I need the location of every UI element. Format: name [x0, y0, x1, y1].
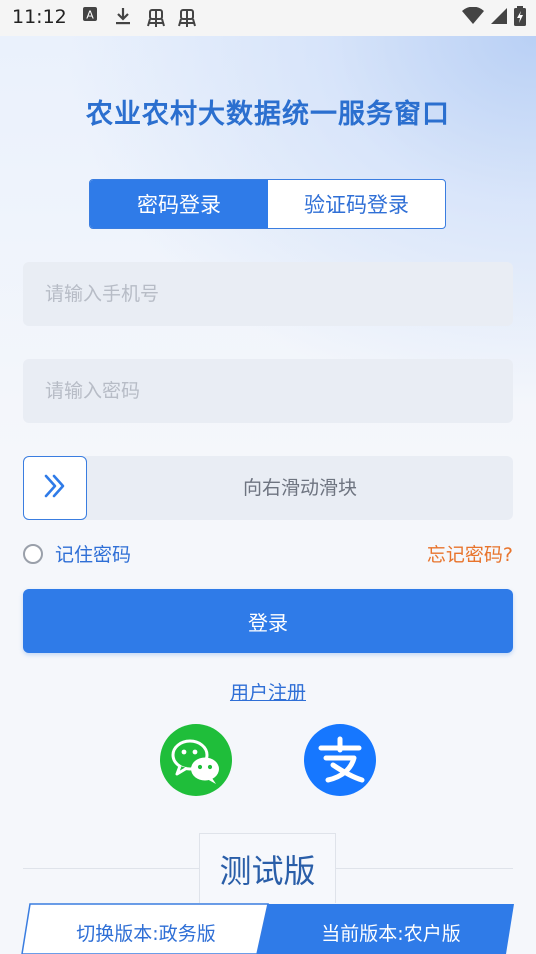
svg-text:A: A [86, 9, 94, 22]
login-mode-tabs: 密码登录 验证码登录 [89, 179, 446, 229]
wifi-icon [462, 6, 484, 29]
switch-version-label: 切换版本:政务版 [76, 923, 215, 945]
current-version-label: 当前版本:农户版 [321, 923, 460, 945]
status-bar: 11:12 A [0, 0, 536, 36]
tab-password-login[interactable]: 密码登录 [90, 180, 268, 228]
forgot-password-link[interactable]: 忘记密码? [427, 540, 513, 567]
tab-code-login[interactable]: 验证码登录 [268, 180, 445, 228]
wechat-icon [160, 724, 232, 800]
remember-radio[interactable] [23, 543, 43, 564]
bug-icon [145, 6, 167, 33]
app-title: 农业农村大数据统一服务窗口 [86, 99, 450, 130]
slider-hint: 向右滑动滑块 [242, 477, 357, 499]
remember-label: 记住密码 [55, 544, 132, 566]
status-time: 11:12 [12, 6, 67, 28]
a-box-icon: A [82, 6, 98, 27]
slider-handle[interactable] [23, 456, 87, 520]
double-chevron-right-icon [40, 471, 70, 505]
phone-input[interactable] [23, 262, 513, 326]
register-link[interactable]: 用户注册 [0, 678, 536, 705]
signal-icon [490, 7, 508, 29]
slider-captcha: 向右滑动滑块 [23, 456, 513, 520]
password-input[interactable] [23, 359, 513, 423]
bug-icon [176, 6, 198, 33]
alipay-icon [304, 724, 376, 800]
version-switch-bar: 切换版本:政务版 当前版本:农户版 [21, 903, 514, 954]
remember-password[interactable]: 记住密码 [23, 540, 131, 567]
alipay-login-button[interactable] [304, 724, 376, 796]
battery-charging-icon [514, 6, 526, 30]
download-icon [114, 6, 132, 31]
wechat-login-button[interactable] [160, 724, 232, 796]
test-version-badge: 测试版 [199, 833, 336, 903]
login-button[interactable]: 登录 [23, 589, 513, 653]
